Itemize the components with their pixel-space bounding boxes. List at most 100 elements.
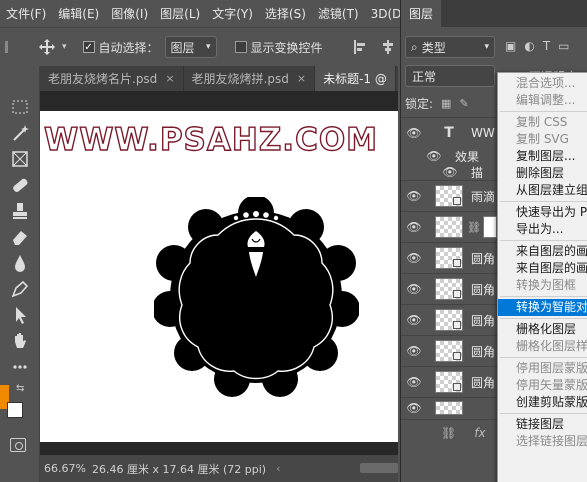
layer-thumbnail [435, 400, 463, 415]
context-menu-item[interactable]: 链接图层 [498, 416, 587, 433]
menu-item[interactable]: 文字(Y) [206, 5, 259, 22]
marquee-tool-icon[interactable] [9, 96, 31, 118]
scroll-left-arrow[interactable]: ‹ [276, 462, 280, 475]
scalloped-badge-graphic [154, 197, 359, 397]
blur-tool-icon[interactable] [9, 252, 31, 274]
align-center-icon[interactable] [381, 39, 395, 55]
tab-label: 未标题-1 @ [323, 72, 387, 86]
tab-document-1[interactable]: 老朋友烧烤名片.psd × [40, 66, 184, 91]
link-icon[interactable]: ⛓ [441, 426, 456, 440]
menu-item[interactable]: 图层(L) [154, 5, 206, 22]
auto-select-checkbox[interactable]: ✓ [82, 41, 95, 53]
document-canvas[interactable]: WWW.PSAHZ.COM [40, 111, 398, 442]
frame-tool-icon[interactable] [9, 148, 31, 170]
context-menu-item[interactable]: 导出为... [498, 221, 587, 238]
chevron-down-icon: ▾ [484, 42, 489, 52]
horizontal-scrollbar[interactable] [360, 463, 398, 473]
close-icon[interactable]: × [297, 72, 306, 85]
show-transform-checkbox[interactable] [234, 41, 247, 53]
layer-name: 雨滴 [471, 189, 496, 204]
tab-document-2[interactable]: 老朋友烧烤拼.psd × [184, 66, 316, 91]
menu-separator [500, 413, 587, 414]
context-menu-item[interactable]: 删除图层 [498, 165, 587, 182]
link-icon: ⛓ [467, 220, 481, 234]
eye-icon[interactable]: 👁 [421, 149, 447, 163]
lock-transparent-icon[interactable]: ▦ [441, 97, 451, 110]
context-menu-item: 复制 CSS [516, 115, 568, 129]
document-size-info[interactable]: 26.46 厘米 x 17.64 厘米 (72 ppi) [88, 461, 266, 477]
menu-separator [500, 318, 587, 319]
eraser-icon[interactable] [9, 226, 31, 248]
context-menu-item[interactable]: 栅格化图层 [498, 321, 587, 338]
pen-tool-icon[interactable] [9, 278, 31, 300]
eye-icon[interactable]: 👁 [401, 251, 427, 265]
menu-item[interactable]: 编辑(E) [52, 5, 105, 22]
text-layer-icon: T [444, 125, 454, 141]
healing-brush-icon[interactable] [9, 174, 31, 196]
image-filter-icon[interactable]: ▣ [505, 39, 516, 53]
close-icon[interactable]: × [165, 72, 174, 85]
context-menu-item[interactable]: 来自图层的画框... [498, 260, 587, 277]
auto-select-target-dropdown[interactable]: 图层 ▾ [164, 36, 217, 58]
path-selection-icon[interactable] [9, 304, 31, 326]
menu-separator [500, 240, 587, 241]
context-menu-item[interactable]: 从图层建立组... [498, 182, 587, 199]
eye-icon[interactable]: 👁 [401, 344, 427, 358]
fx-icon[interactable]: fx [474, 426, 485, 440]
adjustment-filter-icon[interactable]: ◐ [524, 39, 534, 53]
auto-select-label: 自动选择： [98, 40, 159, 55]
align-left-icon[interactable] [353, 39, 367, 55]
magic-wand-icon[interactable] [9, 122, 31, 144]
lock-brush-icon[interactable]: ✎ [459, 97, 468, 110]
more-tools-icon[interactable] [9, 356, 31, 378]
hand-tool-icon[interactable] [9, 330, 31, 352]
eye-icon[interactable]: 👁 [401, 401, 427, 415]
menu-item[interactable]: 文件(F) [0, 5, 52, 22]
eye-icon[interactable]: 👁 [401, 375, 427, 389]
menu-item[interactable]: 图像(I) [105, 5, 154, 22]
context-menu-item[interactable]: 来自图层的画板... [498, 243, 587, 260]
context-menu-item[interactable]: 快速导出为 PNG [498, 204, 587, 221]
type-filter-icon[interactable]: T [543, 39, 550, 53]
layer-name: 圆角 [471, 313, 496, 328]
menu-grip-icon [5, 41, 8, 53]
menu-separator [500, 201, 587, 202]
zoom-level[interactable]: 66.67% [40, 462, 88, 475]
context-menu-item: 编辑调整... [516, 93, 576, 107]
layer-thumbnail [435, 247, 463, 269]
watermark-text: WWW.PSAHZ.COM [43, 121, 379, 158]
mask-thumbnail[interactable] [482, 216, 497, 238]
search-icon: ⌕ [411, 39, 418, 54]
shape-filter-icon[interactable]: ▭ [558, 39, 569, 53]
eye-icon[interactable]: 👁 [437, 165, 463, 179]
menu-item[interactable]: 滤镜(T) [312, 5, 365, 22]
eye-icon[interactable]: 👁 [401, 313, 427, 327]
eye-icon[interactable]: 👁 [401, 282, 427, 296]
tab-label: 老朋友烧烤拼.psd [191, 72, 289, 86]
quick-mask-icon[interactable] [10, 438, 26, 452]
context-menu-item[interactable]: 创建剪贴蒙版 [498, 394, 587, 411]
context-menu-item[interactable]: 转换为智能对象 [498, 299, 587, 316]
layer-filter-dropdown[interactable]: ⌕ 类型 ▾ [405, 36, 495, 58]
context-menu-item[interactable]: 复制图层... [498, 148, 587, 165]
swap-colors-icon[interactable]: ⇆ [16, 383, 24, 394]
menu-bar: 文件(F) 编辑(E) 图像(I) 图层(L) 文字(Y) 选择(S) 滤镜(T) 3D(D)… [0, 0, 430, 27]
lock-label: 锁定: [405, 97, 434, 111]
blend-mode-dropdown[interactable]: 正常 [405, 65, 495, 87]
stamp-tool-icon[interactable] [9, 200, 31, 222]
move-tool-preset[interactable]: ▾ [38, 38, 67, 56]
eye-icon[interactable]: 👁 [401, 189, 427, 203]
layer-thumbnail [435, 340, 463, 362]
menu-item[interactable]: 选择(S) [259, 5, 312, 22]
context-menu-item: 转换为图框 [516, 278, 577, 292]
eye-icon[interactable]: 👁 [401, 220, 427, 234]
background-color-swatch[interactable] [7, 402, 23, 418]
tab-layers[interactable]: 图层 [401, 0, 442, 27]
effect-name: 描 [471, 165, 484, 180]
canvas-area[interactable]: WWW.PSAHZ.COM [40, 91, 398, 455]
menu-separator [500, 296, 587, 297]
tab-document-active[interactable]: 未标题-1 @ [315, 66, 396, 91]
eye-icon[interactable]: 👁 [401, 126, 427, 140]
context-menu-item: 混合选项... [516, 76, 576, 90]
move-icon [39, 39, 55, 55]
